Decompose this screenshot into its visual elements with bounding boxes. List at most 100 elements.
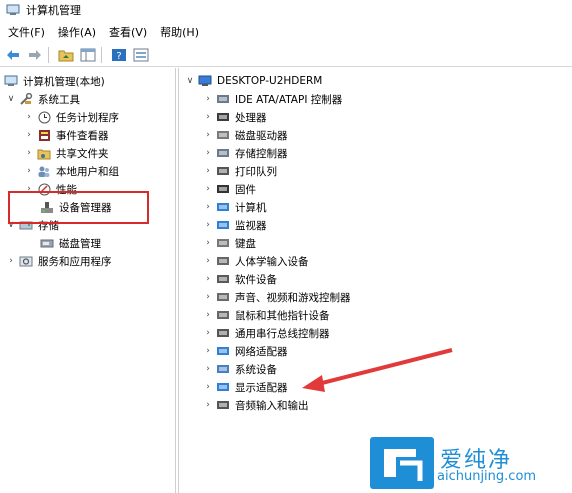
tree-item-label: 本地用户和组 [56, 165, 119, 178]
device-category-printer[interactable]: › 打印队列 [203, 162, 277, 180]
chevron-right-icon[interactable]: › [203, 328, 213, 338]
services-icon [19, 255, 33, 268]
tree-item-services-applications[interactable]: › 服务和应用程序 [6, 252, 111, 270]
chevron-right-icon[interactable]: › [203, 148, 213, 158]
menu-action[interactable]: 操作(A) [53, 24, 101, 40]
menu-view[interactable]: 查看(V) [104, 24, 152, 40]
device-category-label: 监视器 [235, 219, 267, 232]
device-category-display-adapter[interactable]: › 显示适配器 [203, 378, 288, 396]
computer-mgmt-icon [4, 75, 18, 88]
device-category-network[interactable]: › 网络适配器 [203, 342, 287, 360]
tree-item-system-tools[interactable]: ∨ 系统工具 [6, 90, 80, 108]
tree-item-local-users-groups[interactable]: › 本地用户和组 [24, 162, 119, 180]
device-category-computer[interactable]: › 计算机 [203, 198, 266, 216]
highlight-box [8, 191, 149, 224]
device-category-label: 键盘 [235, 237, 256, 250]
device-category-keyboard[interactable]: › 键盘 [203, 234, 256, 252]
chevron-right-icon[interactable]: › [6, 256, 16, 266]
device-category-mouse[interactable]: › 鼠标和其他指针设备 [203, 306, 329, 324]
device-category-software-device[interactable]: › 软件设备 [203, 270, 277, 288]
device-category-label: 人体学输入设备 [235, 255, 309, 268]
chevron-right-icon[interactable]: › [203, 310, 213, 320]
forward-button[interactable] [26, 46, 44, 64]
title-bar: 计算机管理 [0, 0, 572, 20]
device-category-system-device[interactable]: › 系统设备 [203, 360, 277, 378]
chevron-right-icon[interactable]: › [24, 130, 34, 140]
chevron-right-icon[interactable]: › [203, 130, 213, 140]
forward-arrow-icon [29, 50, 41, 60]
tree-item-label: 计算机管理(本地) [23, 75, 105, 88]
chevron-right-icon[interactable]: › [203, 238, 213, 248]
mouse-icon [216, 309, 230, 322]
chevron-right-icon[interactable]: › [24, 148, 34, 158]
device-category-label: IDE ATA/ATAPI 控制器 [235, 93, 343, 106]
properties-icon [133, 48, 149, 62]
disk-mgmt-icon [40, 237, 54, 250]
ide-icon [216, 93, 230, 106]
menu-file[interactable]: 文件(F) [3, 24, 50, 40]
system-device-icon [216, 363, 230, 376]
chevron-right-icon[interactable]: › [203, 94, 213, 104]
properties-button[interactable] [132, 46, 150, 64]
chevron-right-icon[interactable]: › [203, 220, 213, 230]
show-hide-console-tree-button[interactable] [79, 46, 97, 64]
chevron-right-icon[interactable]: › [203, 382, 213, 392]
device-category-firmware[interactable]: › 固件 [203, 180, 256, 198]
device-category-sound[interactable]: › 声音、视频和游戏控制器 [203, 288, 350, 306]
help-button[interactable]: ? [110, 46, 128, 64]
tree-item-task-scheduler[interactable]: › 任务计划程序 [24, 108, 119, 126]
tree-item-label: 任务计划程序 [56, 111, 119, 124]
svg-text:?: ? [116, 51, 121, 62]
device-category-hid[interactable]: › 人体学输入设备 [203, 252, 309, 270]
device-category-usb[interactable]: › 通用串行总线控制器 [203, 324, 329, 342]
console-tree-pane: 计算机管理(本地) ∨ 系统工具 › 任务计划程序 › 事件查看器 › 共享文件… [0, 68, 176, 493]
back-arrow-icon [7, 50, 19, 60]
chevron-right-icon[interactable]: › [203, 184, 213, 194]
device-tree-root[interactable]: ∨ DESKTOP-U2HDERM [185, 72, 323, 90]
printer-icon [216, 165, 230, 178]
chevron-right-icon[interactable]: › [203, 274, 213, 284]
chevron-right-icon[interactable]: › [203, 400, 213, 410]
device-root-label: DESKTOP-U2HDERM [217, 75, 323, 87]
users-icon [37, 165, 51, 178]
watermark-logo-icon [370, 437, 434, 489]
monitor-icon [216, 219, 230, 232]
device-category-label: 系统设备 [235, 363, 277, 376]
chevron-right-icon[interactable]: › [203, 256, 213, 266]
tree-item-disk-management[interactable]: 磁盘管理 [40, 234, 101, 252]
chevron-right-icon[interactable]: › [203, 364, 213, 374]
back-button[interactable] [4, 46, 22, 64]
device-category-label: 磁盘驱动器 [235, 129, 288, 142]
device-category-monitor[interactable]: › 监视器 [203, 216, 267, 234]
audio-io-icon [216, 399, 230, 412]
console-tree-icon [80, 48, 96, 62]
chevron-right-icon[interactable]: › [203, 112, 213, 122]
device-category-cpu[interactable]: › 处理器 [203, 108, 267, 126]
chevron-down-icon[interactable]: ∨ [185, 76, 195, 86]
device-category-label: 存储控制器 [235, 147, 288, 160]
chevron-right-icon[interactable]: › [24, 166, 34, 176]
device-category-disk[interactable]: › 磁盘驱动器 [203, 126, 288, 144]
tree-item-shared-folders[interactable]: › 共享文件夹 [24, 144, 109, 162]
sound-icon [216, 291, 230, 304]
keyboard-icon [216, 237, 230, 250]
shared-folder-icon [37, 147, 51, 160]
device-category-label: 处理器 [235, 111, 267, 124]
device-category-audio-io[interactable]: › 音频输入和输出 [203, 396, 308, 414]
tree-item-computer-management[interactable]: 计算机管理(本地) [4, 72, 105, 90]
chevron-right-icon[interactable]: › [203, 166, 213, 176]
tools-icon [19, 92, 33, 106]
device-category-storage-controller[interactable]: › 存储控制器 [203, 144, 288, 162]
chevron-right-icon[interactable]: › [203, 202, 213, 212]
chevron-right-icon[interactable]: › [24, 112, 34, 122]
chevron-right-icon[interactable]: › [203, 292, 213, 302]
tree-item-event-viewer[interactable]: › 事件查看器 [24, 126, 109, 144]
device-category-label: 显示适配器 [235, 381, 288, 394]
chevron-right-icon[interactable]: › [203, 346, 213, 356]
tree-item-label: 共享文件夹 [56, 147, 109, 160]
menu-help[interactable]: 帮助(H) [155, 24, 204, 40]
device-category-ide[interactable]: › IDE ATA/ATAPI 控制器 [203, 90, 342, 108]
up-folder-button[interactable] [57, 46, 75, 64]
window-title: 计算机管理 [26, 4, 81, 17]
chevron-down-icon[interactable]: ∨ [6, 94, 16, 104]
